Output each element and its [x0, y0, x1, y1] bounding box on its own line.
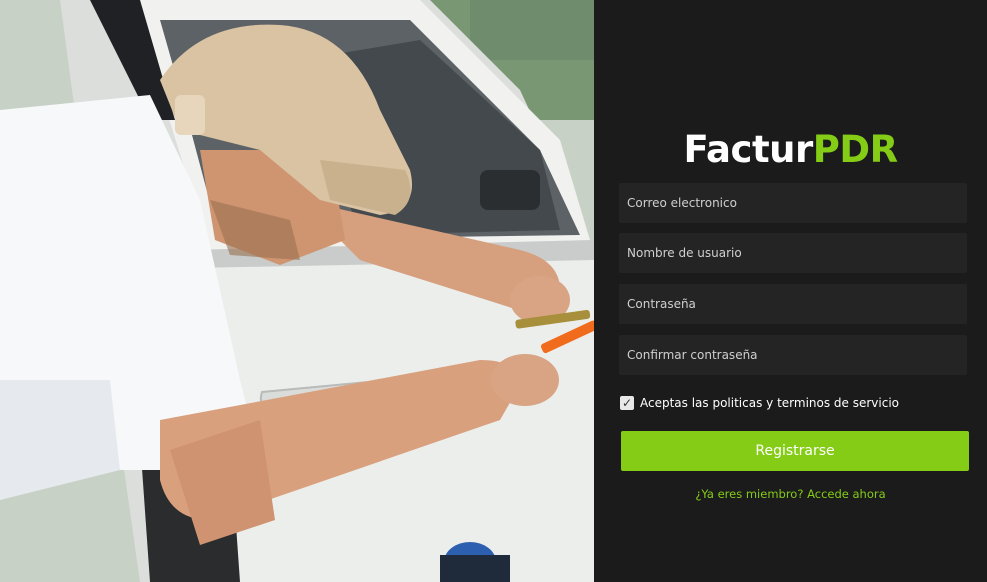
- signup-panel: FacturPDR ✓ Aceptas las politicas y term…: [594, 0, 987, 582]
- brand-logo-suffix: PDR: [812, 128, 898, 171]
- brand-logo: FacturPDR: [594, 126, 987, 174]
- username-field[interactable]: [619, 233, 967, 273]
- confirm-password-field[interactable]: [619, 335, 967, 375]
- check-icon: ✓: [621, 396, 633, 410]
- login-link[interactable]: ¿Ya eres miembro? Accede ahora: [594, 487, 987, 501]
- brand-logo-prefix: Factur: [683, 128, 813, 171]
- terms-checkbox[interactable]: ✓: [620, 396, 634, 410]
- hero-photo: [0, 0, 594, 582]
- signup-page: FacturPDR ✓ Aceptas las politicas y term…: [0, 0, 987, 582]
- password-field[interactable]: [619, 284, 967, 324]
- terms-row: ✓ Aceptas las politicas y terminos de se…: [620, 394, 899, 412]
- email-field[interactable]: [619, 183, 967, 223]
- terms-label: Aceptas las politicas y terminos de serv…: [640, 396, 900, 410]
- register-button[interactable]: Registrarse: [621, 431, 969, 471]
